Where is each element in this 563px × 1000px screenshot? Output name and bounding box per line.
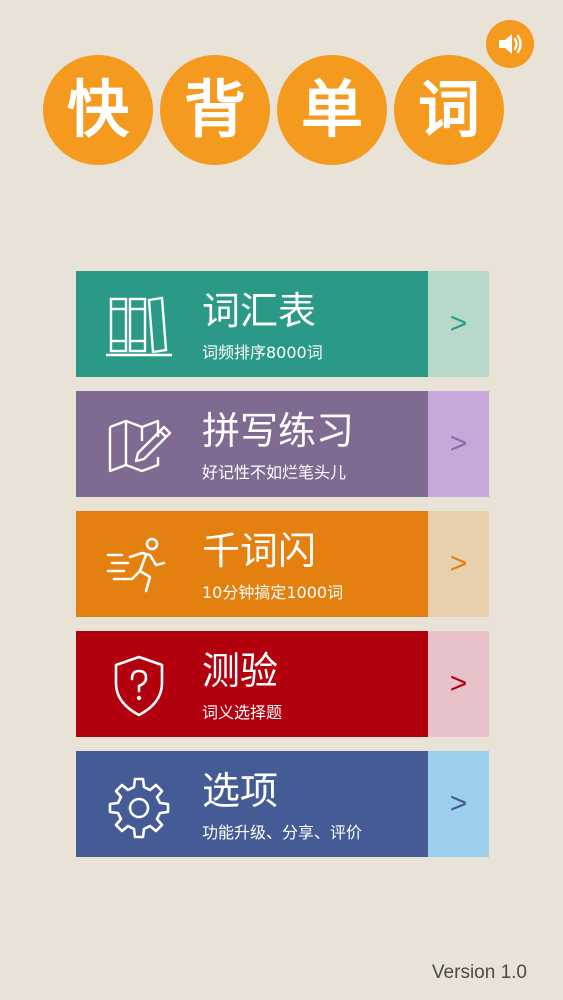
- map-pencil-icon: [108, 419, 172, 473]
- menu-item-main: 选项 功能升级、分享、评价: [76, 751, 428, 857]
- menu-item-title: 测验: [202, 649, 279, 693]
- menu-item-subtitle: 功能升级、分享、评价: [202, 823, 363, 842]
- menu-item-title: 选项: [202, 769, 279, 813]
- menu-item-quiz[interactable]: 测验 词义选择题 >: [76, 631, 489, 737]
- books-icon: [106, 296, 172, 357]
- title-char-4: 词: [394, 55, 504, 165]
- chevron-right-icon[interactable]: >: [428, 631, 489, 737]
- menu-item-main: 词汇表 词频排序8000词: [76, 271, 428, 377]
- chevron-right-icon[interactable]: >: [428, 391, 489, 497]
- menu-item-spelling[interactable]: 拼写练习 好记性不如烂笔头儿 >: [76, 391, 489, 497]
- menu-item-main: 测验 词义选择题: [76, 631, 428, 737]
- app-title: 快 背 单 词: [0, 0, 563, 200]
- menu-item-title: 千词闪: [202, 529, 317, 573]
- menu-item-flash[interactable]: 千词闪 10分钟搞定1000词 >: [76, 511, 489, 617]
- version-label: Version 1.0: [431, 962, 527, 983]
- chevron-right-icon[interactable]: >: [428, 271, 489, 377]
- menu-item-title: 词汇表: [202, 289, 317, 333]
- gear-icon: [108, 777, 170, 839]
- menu-item-options[interactable]: 选项 功能升级、分享、评价 >: [76, 751, 489, 857]
- menu-item-subtitle: 好记性不如烂笔头儿: [202, 463, 347, 482]
- chevron-right-icon[interactable]: >: [428, 751, 489, 857]
- menu-item-main: 千词闪 10分钟搞定1000词: [76, 511, 428, 617]
- speaker-icon: [499, 34, 522, 54]
- main-menu: 词汇表 词频排序8000词 > 拼写练习 好记性不如烂笔头儿 > 千词闪 10分…: [76, 271, 489, 871]
- menu-item-title: 拼写练习: [202, 409, 355, 453]
- chevron-right-icon[interactable]: >: [428, 511, 489, 617]
- menu-item-subtitle: 词频排序8000词: [202, 343, 323, 362]
- title-char-1: 快: [43, 55, 153, 165]
- running-man-icon: [106, 537, 166, 593]
- menu-item-vocabulary[interactable]: 词汇表 词频排序8000词 >: [76, 271, 489, 377]
- menu-item-subtitle: 10分钟搞定1000词: [202, 583, 344, 602]
- menu-item-subtitle: 词义选择题: [202, 703, 283, 722]
- title-char-3: 单: [277, 55, 387, 165]
- shield-question-icon: [114, 655, 164, 717]
- sound-button[interactable]: [486, 20, 534, 68]
- title-char-2: 背: [160, 55, 270, 165]
- menu-item-main: 拼写练习 好记性不如烂笔头儿: [76, 391, 428, 497]
